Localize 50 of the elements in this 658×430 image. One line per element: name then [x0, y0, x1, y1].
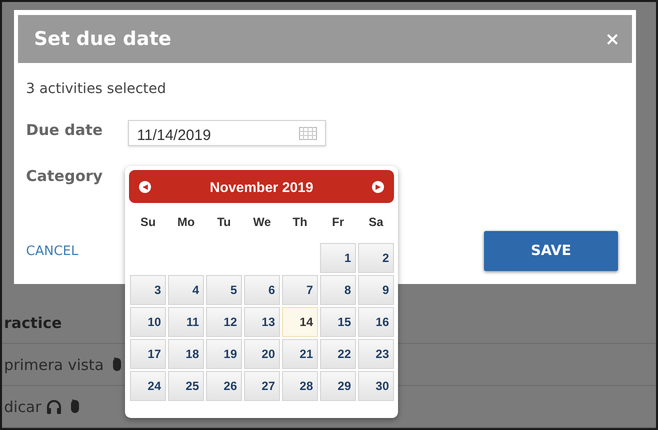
calendar-day[interactable]: 25: [168, 371, 204, 401]
calendar-day[interactable]: 15: [320, 307, 356, 337]
weekday-label: We: [252, 214, 272, 231]
weekday-label: Th: [292, 214, 308, 231]
month-title: November 2019: [210, 178, 314, 194]
calendar-day[interactable]: 8: [320, 275, 356, 305]
calendar-day[interactable]: 26: [206, 371, 242, 401]
calendar-day[interactable]: 22: [320, 339, 356, 369]
save-button[interactable]: SAVE: [484, 231, 618, 271]
calendar-day[interactable]: 1: [320, 243, 356, 273]
selection-summary: 3 activities selected: [26, 81, 168, 97]
calendar-day[interactable]: 4: [168, 275, 204, 305]
dialog-title: Set due date: [34, 28, 172, 50]
calendar-day[interactable]: 11: [168, 307, 204, 337]
calendar-day[interactable]: 16: [358, 307, 394, 337]
calendar-day[interactable]: 27: [244, 371, 280, 401]
field-label: Category: [26, 167, 104, 185]
headphones-icon: [46, 398, 62, 414]
calendar-day[interactable]: 24: [130, 371, 166, 401]
field-label: Due date: [26, 121, 104, 139]
weekday-label: Mo: [176, 214, 196, 231]
calendar-day[interactable]: 17: [130, 339, 166, 369]
calendar-day[interactable]: 14: [282, 307, 318, 337]
date-field[interactable]: 11/14/2019: [128, 120, 326, 146]
calendar-day[interactable]: 18: [168, 339, 204, 369]
calendar-day[interactable]: 28: [282, 371, 318, 401]
weekday-label: Sa: [368, 214, 384, 231]
calendar-day[interactable]: 3: [130, 275, 166, 305]
section-heading: ractice: [4, 314, 62, 332]
calendar-day[interactable]: 12: [206, 307, 242, 337]
calendar-day[interactable]: 29: [320, 371, 356, 401]
weekday-label: Su: [139, 214, 157, 231]
weekday-label: Tu: [216, 214, 232, 231]
calendar-icon[interactable]: [299, 126, 317, 140]
activity-title: dicar: [4, 398, 42, 416]
calendar-day[interactable]: 30: [358, 371, 394, 401]
calendar-day[interactable]: 20: [244, 339, 280, 369]
calendar-day[interactable]: 23: [358, 339, 394, 369]
calendar-day[interactable]: 21: [282, 339, 318, 369]
activity-title: primera vista: [4, 356, 104, 374]
calendar-day[interactable]: 10: [130, 307, 166, 337]
calendar-day[interactable]: 19: [206, 339, 242, 369]
calendar-day[interactable]: 6: [244, 275, 280, 305]
calendar-day[interactable]: 9: [358, 275, 394, 305]
calendar-day[interactable]: 7: [282, 275, 318, 305]
cancel-link[interactable]: CANCEL: [26, 244, 78, 258]
weekday-label: Fr: [331, 214, 345, 231]
calendar-day[interactable]: 5: [206, 275, 242, 305]
calendar-day[interactable]: 13: [244, 307, 280, 337]
calendar-day[interactable]: 2: [358, 243, 394, 273]
